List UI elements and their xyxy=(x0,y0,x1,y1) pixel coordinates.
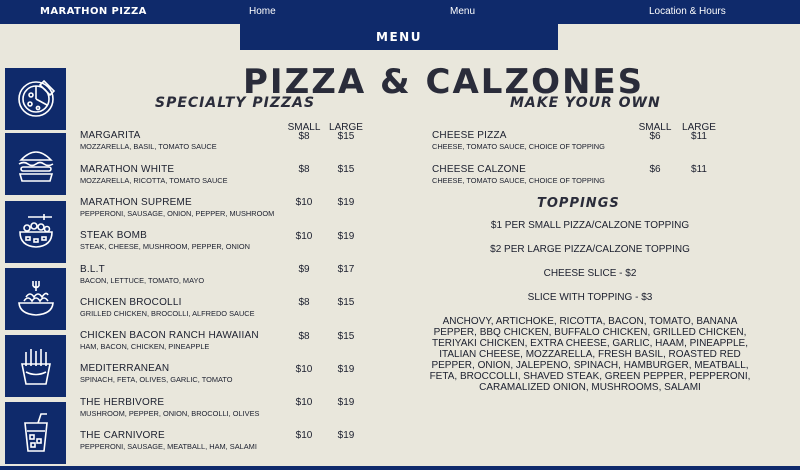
item-name: MEDITERRANEAN xyxy=(80,363,170,374)
item-name: CHEESE PIZZA xyxy=(432,130,507,141)
pasta-icon xyxy=(5,268,66,330)
menu-item: THE HERBIVORE MUSHROOM, PEPPER, ONION, B… xyxy=(80,397,259,418)
menu-item: CHEESE CALZONE CHEESE, TOMATO SAUCE, CHO… xyxy=(432,164,605,185)
price-small: $8 xyxy=(298,297,310,308)
price-large: $15 xyxy=(337,297,355,308)
toppings-list: ANCHOVY, ARTICHOKE, RICOTTA, BACON, TOMA… xyxy=(429,316,751,393)
menu-item: MARGARITA MOZZARELLA, BASIL, TOMATO SAUC… xyxy=(80,130,217,151)
menu-item: MARATHON SUPREME PEPPERONI, SAUSAGE, ONI… xyxy=(80,197,274,218)
salad-icon xyxy=(5,201,66,263)
item-name: STEAK BOMB xyxy=(80,230,148,241)
item-desc: GRILLED CHICKEN, BROCOLLI, ALFREDO SAUCE xyxy=(80,309,255,318)
item-name: CHICKEN BROCOLLI xyxy=(80,297,182,308)
price-large: $19 xyxy=(337,364,355,375)
item-name: THE HERBIVORE xyxy=(80,397,165,408)
item-desc: BACON, LETTUCE, TOMATO, MAYO xyxy=(80,276,205,285)
price-large: $11 xyxy=(691,164,707,175)
brand-logo-text[interactable]: MARATHON PIZZA xyxy=(40,6,147,17)
item-name: B.L.T xyxy=(80,264,105,275)
price-small: $10 xyxy=(295,430,313,441)
drink-icon xyxy=(5,402,66,464)
menu-item: CHEESE PIZZA CHEESE, TOMATO SAUCE, CHOIC… xyxy=(432,130,605,151)
menu-item: MARATHON WHITE MOZZARELLA, RICOTTA, TOMA… xyxy=(80,164,228,185)
item-desc: MUSHROOM, PEPPER, ONION, BROCOLLI, OLIVE… xyxy=(80,409,260,418)
top-nav-bar: MARATHON PIZZA Home Menu Location & Hour… xyxy=(0,0,800,24)
nav-menu-link[interactable]: Menu xyxy=(450,6,475,17)
price-large: $15 xyxy=(337,164,355,175)
item-desc: HAM, BACON, CHICKEN, PINEAPPLE xyxy=(80,342,210,351)
item-name: MARATHON SUPREME xyxy=(80,197,192,208)
item-desc: CHEESE, TOMATO SAUCE, CHOICE OF TOPPING xyxy=(432,142,605,151)
price-large: $19 xyxy=(337,430,355,441)
page-tab-menu: MENU xyxy=(240,24,558,50)
toppings-heading: TOPPINGS xyxy=(537,196,620,211)
menu-item: B.L.T BACON, LETTUCE, TOMATO, MAYO xyxy=(80,264,204,285)
item-name: CHICKEN BACON RANCH HAWAIIAN xyxy=(80,330,259,341)
price-small: $8 xyxy=(298,164,310,175)
topping-price-line: $2 PER LARGE PIZZA/CALZONE TOPPING xyxy=(490,244,690,255)
price-large: $19 xyxy=(337,231,355,242)
item-desc: STEAK, CHEESE, MUSHROOM, PEPPER, ONION xyxy=(80,242,251,251)
price-small: $8 xyxy=(298,131,310,142)
topping-price-line: SLICE WITH TOPPING - $3 xyxy=(527,292,653,303)
price-large: $19 xyxy=(337,197,355,208)
item-name: MARGARITA xyxy=(80,130,141,141)
pizza-icon xyxy=(5,68,66,130)
item-name: CHEESE CALZONE xyxy=(432,164,526,175)
price-small: $6 xyxy=(649,131,661,142)
price-small: $6 xyxy=(649,164,661,175)
item-desc: PEPPERONI, SAUSAGE, ONION, PEPPER, MUSHR… xyxy=(80,209,275,218)
item-desc: MOZZARELLA, BASIL, TOMATO SAUCE xyxy=(80,142,217,151)
price-large: $19 xyxy=(337,397,355,408)
fries-icon xyxy=(5,335,66,397)
footer-bar xyxy=(0,466,800,470)
price-small: $9 xyxy=(298,264,310,275)
price-large: $17 xyxy=(337,264,355,275)
price-large: $15 xyxy=(337,131,355,142)
menu-item: THE CARNIVORE PEPPERONI, SAUSAGE, MEATBA… xyxy=(80,430,257,451)
item-desc: CHEESE, TOMATO SAUCE, CHOICE OF TOPPING xyxy=(432,176,605,185)
item-name: THE CARNIVORE xyxy=(80,430,165,441)
menu-item: MEDITERRANEAN SPINACH, FETA, OLIVES, GAR… xyxy=(80,363,233,384)
price-large: $11 xyxy=(691,131,707,142)
item-desc: PEPPERONI, SAUSAGE, MEATBALL, HAM, SALAM… xyxy=(80,442,257,451)
make-your-own-heading: MAKE YOUR OWN xyxy=(510,95,661,111)
item-desc: SPINACH, FETA, OLIVES, GARLIC, TOMATO xyxy=(80,375,233,384)
price-small: $10 xyxy=(295,231,313,242)
price-large: $15 xyxy=(337,331,355,342)
item-desc: MOZZARELLA, RICOTTA, TOMATO SAUCE xyxy=(80,176,228,185)
topping-price-line: CHEESE SLICE - $2 xyxy=(543,268,637,279)
nav-location-link[interactable]: Location & Hours xyxy=(649,6,726,17)
menu-item: CHICKEN BACON RANCH HAWAIIAN HAM, BACON,… xyxy=(80,330,259,351)
menu-item: CHICKEN BROCOLLI GRILLED CHICKEN, BROCOL… xyxy=(80,297,255,318)
topping-price-line: $1 PER SMALL PIZZA/CALZONE TOPPING xyxy=(490,220,690,231)
price-small: $10 xyxy=(295,397,313,408)
burger-icon xyxy=(5,133,66,195)
item-name: MARATHON WHITE xyxy=(80,164,175,175)
price-small: $8 xyxy=(298,331,310,342)
specialty-heading: SPECIALTY PIZZAS xyxy=(155,95,316,111)
price-small: $10 xyxy=(295,364,313,375)
price-small: $10 xyxy=(295,197,313,208)
nav-home-link[interactable]: Home xyxy=(249,6,276,17)
menu-item: STEAK BOMB STEAK, CHEESE, MUSHROOM, PEPP… xyxy=(80,230,250,251)
